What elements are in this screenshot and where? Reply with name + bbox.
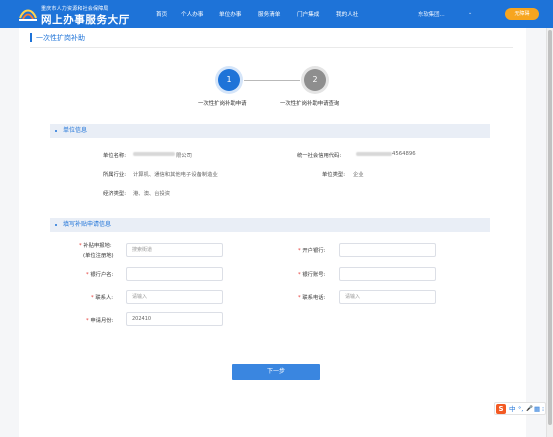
title-accent-bar	[30, 33, 32, 42]
credit-code-label: 统一社会信用代码:	[297, 153, 342, 159]
microphone-icon[interactable]: 🎤	[526, 404, 533, 414]
section-dot-icon	[55, 224, 57, 226]
account-no-input[interactable]	[339, 267, 436, 281]
contact-input[interactable]: 请输入	[126, 290, 223, 304]
unit-type-label: 单位类型:	[322, 172, 345, 178]
contact-label: * 联系人:	[91, 295, 114, 301]
step-1-label: 一次性扩岗补助申请	[198, 101, 247, 107]
econ-type-label: 经济类型:	[103, 191, 126, 197]
page-title: 一次性扩岗补助	[36, 34, 85, 42]
unit-type-value: 企业	[353, 172, 364, 178]
bank-label: * 开户银行:	[298, 248, 326, 254]
step-1-indicator[interactable]: 1	[218, 69, 240, 91]
keyboard-icon[interactable]: ▦	[534, 404, 540, 414]
accessibility-button[interactable]: 无障碍	[505, 8, 539, 20]
org-name: 重庆市人力资源和社会保障局	[41, 6, 109, 12]
section-dot-icon	[55, 130, 57, 132]
form-title: 填写补贴申请信息	[63, 221, 112, 228]
industry-label: 所属行业:	[103, 172, 126, 178]
hrss-logo-icon	[19, 9, 37, 21]
unit-info-header: 单位信息	[50, 124, 490, 138]
step-2-label: 一次性扩岗补助申请查询	[280, 101, 340, 107]
ime-more-icon[interactable]: ⁝	[542, 404, 544, 414]
credit-code-redacted	[356, 152, 392, 156]
account-name-input[interactable]	[126, 267, 223, 281]
ime-toolbar: S 中 °, 🎤 ▦ ⁝	[494, 402, 546, 415]
nav-unit[interactable]: 单位办事	[219, 10, 241, 18]
unit-name-redacted	[133, 152, 175, 156]
unit-name-label: 单位名称:	[103, 153, 126, 159]
phone-label: * 联系电话:	[298, 295, 326, 301]
bank-input[interactable]	[339, 243, 436, 257]
ime-chinese-icon[interactable]: 中	[509, 404, 516, 414]
site-title: 网上办事服务大厅	[41, 14, 130, 26]
phone-input[interactable]: 请输入	[339, 290, 436, 304]
next-button[interactable]: 下一步	[232, 364, 320, 380]
econ-type-value: 港、澳、台投资	[133, 191, 171, 197]
subsidy-location-input[interactable]: 搜索街道	[126, 243, 223, 257]
nav-personal[interactable]: 个人办事	[181, 10, 203, 18]
credit-code-value: 4564896	[392, 151, 416, 157]
unit-name-value: 限公司	[176, 153, 192, 159]
industry-value: 计算机、通信和其他电子设备制造业	[133, 172, 218, 178]
account-name-label: * 银行户名:	[86, 272, 114, 278]
title-divider	[30, 47, 513, 48]
nav-portal[interactable]: 门户集成	[297, 10, 319, 18]
nav-home[interactable]: 首页	[156, 10, 167, 18]
month-label: * 申请月份:	[86, 318, 114, 324]
subsidy-location-sublabel: (单位注册地)	[83, 253, 114, 259]
account-no-label: * 银行账号:	[298, 272, 326, 278]
step-2-indicator[interactable]: 2	[304, 69, 326, 91]
step-connector	[244, 80, 300, 81]
top-header: 重庆市人力资源和社会保障局 网上办事服务大厅 首页 个人办事 单位办事 服务清单…	[0, 0, 553, 28]
nav-service-list[interactable]: 服务清单	[258, 10, 280, 18]
unit-info-title: 单位信息	[63, 127, 88, 134]
vertical-scrollbar[interactable]	[546, 28, 553, 437]
scrollbar-thumb[interactable]	[548, 30, 552, 425]
month-input[interactable]: 202410	[126, 312, 223, 326]
nav-my-hrss[interactable]: 我的人社	[336, 10, 358, 18]
form-header: 填写补贴申请信息	[50, 218, 490, 232]
sogou-logo-icon[interactable]: S	[496, 404, 506, 414]
chevron-down-icon[interactable]: ⌄	[468, 10, 472, 16]
ime-punctuation-icon[interactable]: °,	[518, 404, 523, 414]
user-menu[interactable]: 东软集团...	[418, 10, 445, 18]
subsidy-location-label: * 补贴申报地:	[79, 243, 112, 249]
